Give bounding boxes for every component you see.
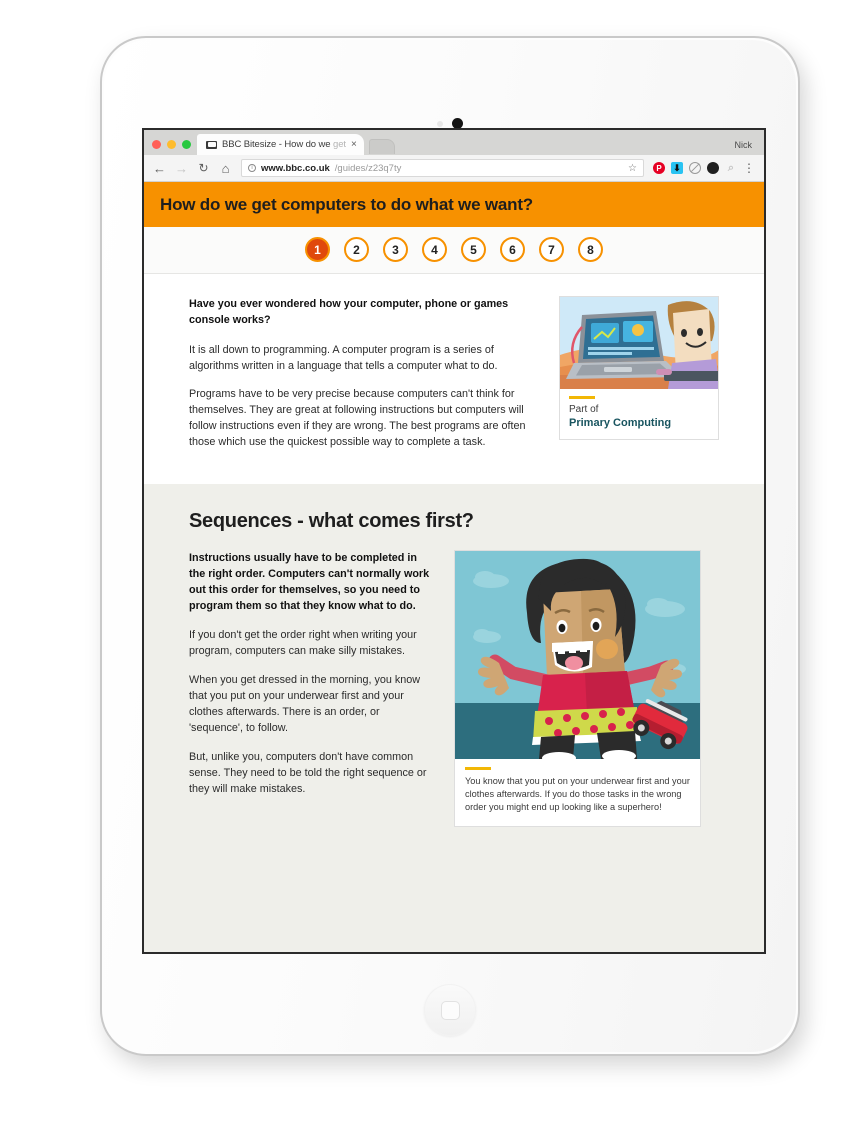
page-title: How do we get computers to do what we wa… xyxy=(160,195,533,214)
tablet-device: BBC Bitesize - How do we get × Nick ← → … xyxy=(100,36,800,1056)
figure-caption-block: You know that you put on your underwear … xyxy=(455,759,700,826)
extension-icons: P ⬇ ⌕ ⋮ xyxy=(653,162,755,174)
pinterest-icon[interactable]: P xyxy=(653,162,665,174)
home-button[interactable] xyxy=(424,984,476,1036)
search-icon[interactable]: ⌕ xyxy=(725,162,737,174)
url-domain: www.bbc.co.uk xyxy=(261,162,330,174)
superhero-underwear-illustration xyxy=(455,551,700,759)
pagination-step-5[interactable]: 5 xyxy=(461,237,486,262)
gold-rule-divider xyxy=(569,396,595,399)
gold-rule-divider xyxy=(465,767,491,770)
url-path: /guides/z23q7ty xyxy=(334,162,402,174)
part-of-subject-link[interactable]: Primary Computing xyxy=(569,417,709,429)
sequences-lead: Instructions usually have to be complete… xyxy=(189,552,430,612)
pagination-step-3[interactable]: 3 xyxy=(383,237,408,262)
intro-paragraph-1: It is all down to programming. A compute… xyxy=(189,344,498,372)
site-info-icon[interactable]: i xyxy=(248,164,256,172)
minimize-window-button[interactable] xyxy=(167,140,176,149)
browser-tab-active[interactable]: BBC Bitesize - How do we get × xyxy=(197,134,364,155)
intro-section: Have you ever wondered how your computer… xyxy=(144,274,764,484)
reload-icon[interactable]: ↻ xyxy=(197,162,210,174)
browser-menu-icon[interactable]: ⋮ xyxy=(743,162,755,174)
pagination-step-6[interactable]: 6 xyxy=(500,237,525,262)
address-bar[interactable]: i www.bbc.co.uk/guides/z23q7ty ☆ xyxy=(241,159,644,177)
pagination-step-2[interactable]: 2 xyxy=(344,237,369,262)
pagination-nav: 1 2 3 4 5 6 7 8 xyxy=(144,227,764,274)
part-of-caption: Part of Primary Computing xyxy=(560,389,718,439)
page-viewport: How do we get computers to do what we wa… xyxy=(144,182,764,952)
new-tab-button[interactable] xyxy=(368,139,395,154)
pagination-step-4[interactable]: 4 xyxy=(422,237,447,262)
laptop-character-illustration xyxy=(560,297,718,389)
home-square-icon xyxy=(440,1000,460,1020)
back-icon[interactable]: ← xyxy=(153,162,166,175)
browser-tabstrip: BBC Bitesize - How do we get × Nick xyxy=(144,130,764,155)
profile-name-label[interactable]: Nick xyxy=(735,140,753,150)
part-of-label: Part of xyxy=(569,404,599,415)
sequences-paragraph-3: But, unlike you, computers don't have co… xyxy=(189,751,427,795)
home-icon[interactable]: ⌂ xyxy=(219,162,232,175)
intro-paragraph-2: Programs have to be very precise because… xyxy=(189,388,526,448)
figure-caption-text: You know that you put on your underwear … xyxy=(465,776,690,812)
bookmark-star-icon[interactable]: ☆ xyxy=(628,163,637,174)
sequences-text-block: Instructions usually have to be complete… xyxy=(189,550,434,797)
browser-window: BBC Bitesize - How do we get × Nick ← → … xyxy=(142,128,766,954)
intro-text-block: Have you ever wondered how your computer… xyxy=(189,296,543,450)
light-sensor-icon xyxy=(437,120,443,127)
browser-toolbar: ← → ↻ ⌂ i www.bbc.co.uk/guides/z23q7ty ☆… xyxy=(144,155,764,182)
sequences-figure: You know that you put on your underwear … xyxy=(454,550,701,827)
forward-icon[interactable]: → xyxy=(175,162,188,175)
close-window-button[interactable] xyxy=(152,140,161,149)
sequences-paragraph-1: If you don't get the order right when wr… xyxy=(189,629,417,657)
block-icon[interactable] xyxy=(689,162,701,174)
sequences-section: Sequences - what comes first? Instructio… xyxy=(144,484,764,952)
sequences-paragraph-2: When you get dressed in the morning, you… xyxy=(189,674,421,734)
bbc-favicon xyxy=(206,140,217,149)
page-header-banner: How do we get computers to do what we wa… xyxy=(144,182,764,227)
close-tab-icon[interactable]: × xyxy=(351,139,357,150)
adblock-icon[interactable] xyxy=(707,162,719,174)
tab-title: BBC Bitesize - How do we get xyxy=(222,139,346,150)
section-title: Sequences - what comes first? xyxy=(189,510,474,532)
pagination-step-7[interactable]: 7 xyxy=(539,237,564,262)
pagination-step-8[interactable]: 8 xyxy=(578,237,603,262)
pagination-step-1[interactable]: 1 xyxy=(305,237,330,262)
maximize-window-button[interactable] xyxy=(182,140,191,149)
download-icon[interactable]: ⬇ xyxy=(671,162,683,174)
window-controls[interactable] xyxy=(152,140,191,155)
intro-lead: Have you ever wondered how your computer… xyxy=(189,298,509,326)
part-of-card[interactable]: Part of Primary Computing xyxy=(559,296,719,440)
